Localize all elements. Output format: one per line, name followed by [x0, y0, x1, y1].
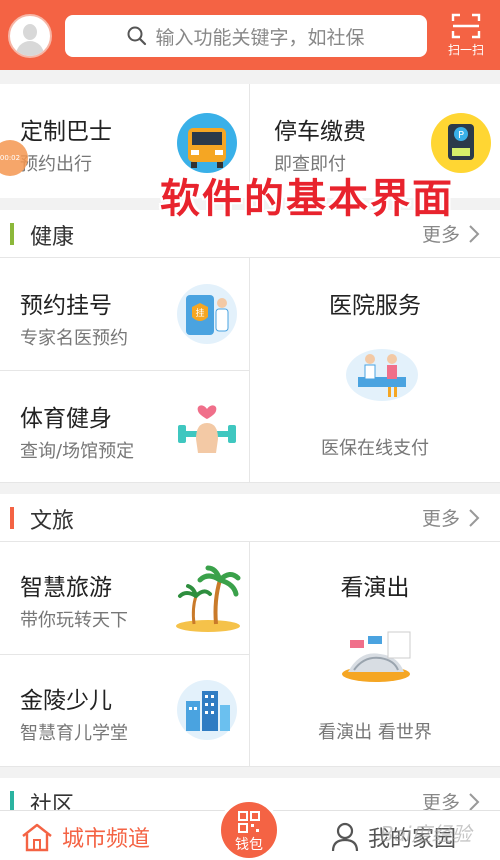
chevron-right-icon	[469, 792, 480, 811]
service-card-kids[interactable]: 金陵少儿 智慧育儿学堂	[0, 655, 249, 766]
avatar[interactable]	[8, 14, 52, 58]
section-title: 健康	[30, 225, 75, 250]
svg-text:P: P	[458, 130, 464, 141]
hospital-icon	[346, 349, 418, 401]
service-title: 医院服务	[329, 293, 421, 319]
bus-icon	[177, 113, 237, 173]
fitness-icon	[178, 405, 236, 453]
theater-icon	[342, 631, 411, 682]
service-card-hospital[interactable]: 医院服务 医保在线支付	[250, 258, 500, 482]
scan-label: 扫一扫	[447, 43, 484, 57]
service-subtitle: 看演出 看世界	[318, 722, 432, 743]
nav-wallet-button[interactable]: 钱包	[218, 799, 280, 860]
more-link-health[interactable]: 更多	[422, 220, 480, 247]
overlay-caption: 软件的基本界面	[160, 175, 454, 222]
service-card-registration[interactable]: 预约挂号 专家名医预约 挂	[0, 258, 249, 370]
top-bar: 输入功能关键字，如社保 扫一扫	[0, 0, 500, 70]
nav-label: 城市频道	[62, 827, 151, 852]
wallet-qr-icon	[238, 811, 260, 833]
service-subtitle: 查询/场馆预定	[20, 441, 135, 462]
service-subtitle: 智慧育儿学堂	[20, 723, 128, 744]
registration-icon: 挂	[177, 284, 237, 344]
watermark: Bai度经验	[380, 822, 472, 846]
palm-tree-icon	[176, 565, 241, 632]
scan-icon	[451, 13, 481, 39]
section-accent-bar	[10, 507, 14, 529]
service-title: 停车缴费	[274, 119, 366, 145]
service-subtitle: 带你玩转天下	[20, 610, 128, 631]
scan-button[interactable]: 扫一扫	[440, 12, 492, 62]
service-card-fitness[interactable]: 体育健身 查询/场馆预定	[0, 371, 249, 482]
service-title: 金陵少儿	[20, 688, 112, 714]
service-title: 预约挂号	[20, 293, 112, 319]
parking-icon: P	[431, 113, 491, 173]
service-subtitle: 预约出行	[20, 154, 92, 175]
chevron-right-icon	[469, 224, 480, 243]
service-title: 看演出	[340, 575, 410, 601]
service-title: 定制巴士	[20, 119, 112, 145]
service-subtitle: 专家名医预约	[20, 328, 128, 349]
section-header-culture: 文旅 更多	[0, 494, 500, 542]
search-input[interactable]: 输入功能关键字，如社保	[65, 15, 427, 57]
more-link-culture[interactable]: 更多	[422, 504, 480, 531]
building-icon	[177, 680, 237, 740]
service-card-show[interactable]: 看演出 看演出 看世界	[250, 542, 500, 766]
svg-text:挂: 挂	[195, 307, 204, 319]
section-accent-bar	[10, 223, 14, 245]
service-card-travel[interactable]: 智慧旅游 带你玩转天下	[0, 542, 249, 654]
service-title: 体育健身	[20, 406, 112, 432]
more-label: 更多	[421, 224, 460, 246]
user-icon	[331, 822, 359, 852]
nav-city-channel[interactable]: 城市频道	[20, 821, 150, 853]
service-subtitle: 医保在线支付	[321, 438, 429, 459]
home-icon	[22, 823, 52, 852]
search-placeholder: 输入功能关键字，如社保	[155, 26, 365, 49]
section-title: 文旅	[30, 509, 75, 534]
search-icon	[127, 26, 147, 46]
service-title: 智慧旅游	[20, 575, 112, 601]
more-label: 更多	[421, 508, 460, 530]
chevron-right-icon	[469, 508, 480, 527]
nav-label: 钱包	[235, 837, 263, 853]
